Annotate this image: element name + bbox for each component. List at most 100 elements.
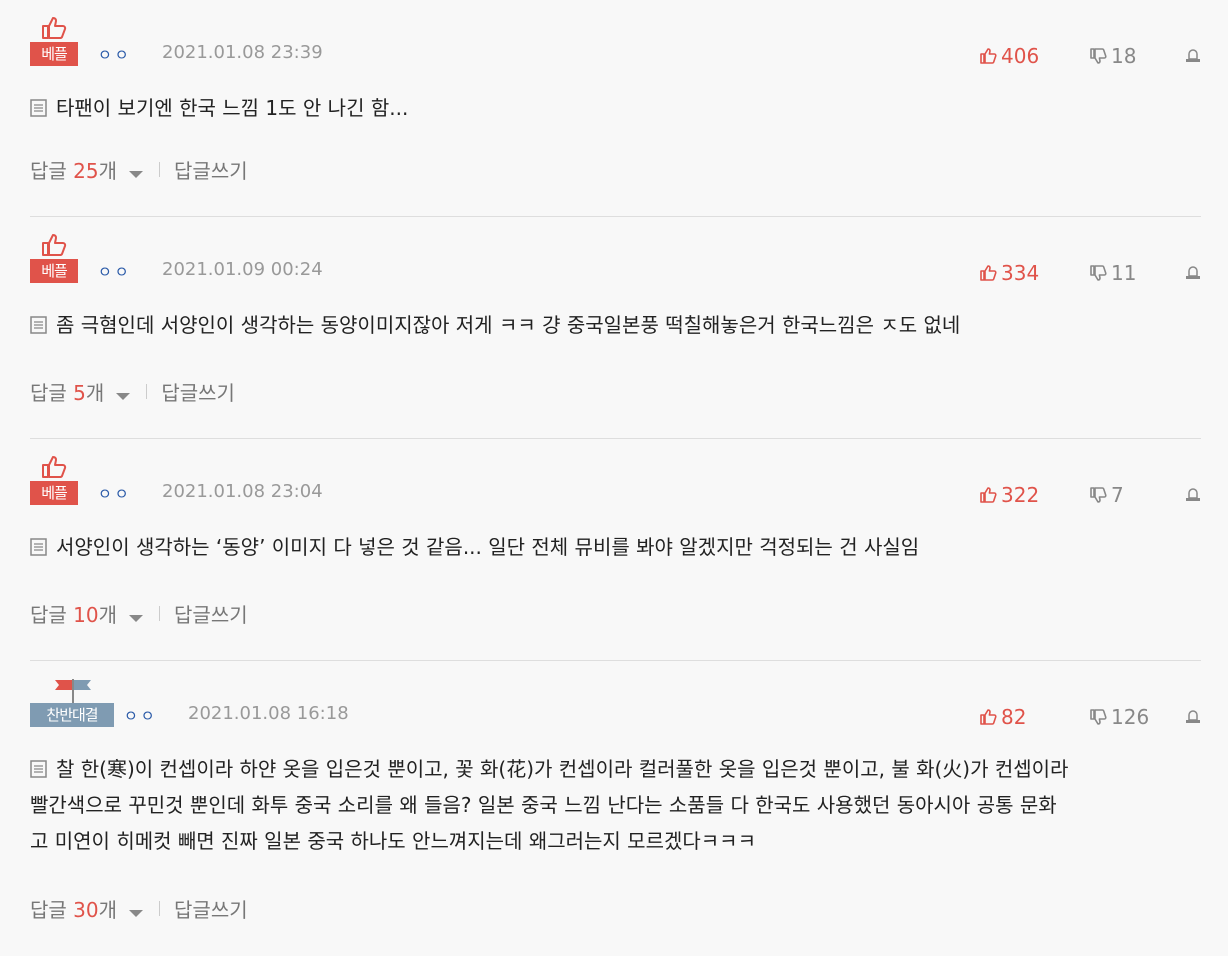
comment-item: 찬반대결 ㅇㅇ 2021.01.08 16:18 82 126 찰 한(寒)이 … — [30, 661, 1201, 956]
vote-controls: 406 18 — [979, 44, 1201, 68]
vote-controls: 334 11 — [979, 261, 1201, 285]
comment-text-line: 빨간색으로 꾸민것 뿐인데 화투 중국 소리를 왜 들음? 일본 중국 느낌 난… — [30, 793, 1057, 817]
thumbs-down-icon — [1090, 265, 1107, 281]
chevron-down-icon — [129, 615, 144, 622]
report-button[interactable] — [1185, 487, 1201, 503]
divider — [159, 901, 161, 916]
comment-text-line: 고 미연이 히메컷 빼면 진짜 일본 중국 하나도 안느껴지는데 왜그러는지 모… — [30, 829, 756, 853]
replies-toggle[interactable]: 답글 10개 — [30, 599, 144, 628]
comment-date: 2021.01.08 23:39 — [162, 42, 323, 63]
chevron-down-icon — [129, 910, 144, 917]
reply-suffix: 개 — [98, 898, 118, 922]
thumbs-up-icon — [42, 17, 67, 39]
comment-body: 찰 한(寒)이 컨셉이라 하얀 옷을 입은것 뿐이고, 꽃 화(花)가 컨셉이라… — [30, 751, 1195, 859]
downvote-button[interactable]: 7 — [1089, 483, 1185, 507]
vote-controls: 322 7 — [979, 483, 1201, 507]
comment-date: 2021.01.09 00:24 — [162, 259, 323, 280]
upvote-button[interactable]: 322 — [979, 483, 1089, 507]
vote-controls: 82 126 — [979, 705, 1201, 729]
comment-footer: 답글 10개 답글쓰기 — [30, 599, 248, 628]
replies-toggle[interactable]: 답글 30개 — [30, 894, 144, 923]
username[interactable]: ㅇㅇ — [98, 44, 132, 65]
comment-item: 베플 ㅇㅇ 2021.01.08 23:39 406 18 타팬이 보기엔 한국… — [30, 0, 1201, 217]
write-reply-link[interactable]: 답글쓰기 — [161, 377, 235, 406]
comment-footer: 답글 25개 답글쓰기 — [30, 155, 248, 184]
comment-date: 2021.01.08 23:04 — [162, 481, 323, 502]
downvote-count: 11 — [1111, 261, 1137, 285]
thumbs-up-icon — [980, 487, 997, 503]
thumbs-up-icon — [42, 234, 67, 256]
reply-suffix: 개 — [85, 381, 105, 405]
upvote-button[interactable]: 82 — [979, 705, 1089, 729]
comment-footer: 답글 5개 답글쓰기 — [30, 377, 235, 406]
reply-count: 30 — [73, 898, 99, 922]
downvote-count: 7 — [1111, 483, 1124, 507]
downvote-button[interactable]: 18 — [1089, 44, 1185, 68]
replies-toggle[interactable]: 답글 25개 — [30, 155, 144, 184]
comment-item: 베플 ㅇㅇ 2021.01.09 00:24 334 11 좀 극혐인데 서양인… — [30, 217, 1201, 439]
write-reply-link[interactable]: 답글쓰기 — [174, 894, 248, 923]
upvote-count: 406 — [1001, 44, 1040, 68]
comment-footer: 답글 30개 답글쓰기 — [30, 894, 248, 923]
divider — [159, 606, 161, 621]
username[interactable]: ㅇㅇ — [124, 705, 158, 726]
username[interactable]: ㅇㅇ — [98, 483, 132, 504]
write-reply-link[interactable]: 답글쓰기 — [174, 155, 248, 184]
username[interactable]: ㅇㅇ — [98, 261, 132, 282]
comment-text: 좀 극혐인데 서양인이 생각하는 동양이미지잖아 저게 ㅋㅋ 걍 중국일본풍 떡… — [56, 313, 961, 337]
flag-icon — [55, 679, 91, 703]
downvote-count: 18 — [1111, 44, 1137, 68]
reply-prefix: 답글 — [30, 898, 74, 922]
thumbs-up-icon — [980, 48, 997, 64]
thumbs-down-icon — [1090, 48, 1107, 64]
thumbs-up-icon — [980, 709, 997, 725]
report-icon — [1186, 488, 1200, 501]
document-icon — [30, 316, 47, 334]
upvote-count: 82 — [1001, 705, 1027, 729]
thumbs-up-icon — [980, 265, 997, 281]
report-button[interactable] — [1185, 265, 1201, 281]
chevron-down-icon — [116, 393, 131, 400]
document-icon — [30, 99, 47, 117]
write-reply-link[interactable]: 답글쓰기 — [174, 599, 248, 628]
reply-prefix: 답글 — [30, 381, 74, 405]
comment-body: 타팬이 보기엔 한국 느낌 1도 안 나긴 함... — [30, 90, 1195, 126]
report-icon — [1186, 49, 1200, 62]
reply-count: 10 — [73, 603, 99, 627]
upvote-button[interactable]: 334 — [979, 261, 1089, 285]
downvote-count: 126 — [1111, 705, 1150, 729]
divider — [146, 384, 148, 399]
comment-text-line: 찰 한(寒)이 컨셉이라 하얀 옷을 입은것 뿐이고, 꽃 화(花)가 컨셉이라… — [56, 757, 1069, 781]
reply-suffix: 개 — [98, 603, 118, 627]
comment-text: 타팬이 보기엔 한국 느낌 1도 안 나긴 함... — [56, 96, 409, 120]
comment-body: 서양인이 생각하는 ‘동양’ 이미지 다 넣은 것 같음... 일단 전체 뮤비… — [30, 529, 1195, 565]
report-icon — [1186, 710, 1200, 723]
downvote-button[interactable]: 126 — [1089, 705, 1185, 729]
upvote-button[interactable]: 406 — [979, 44, 1089, 68]
comment-list: 베플 ㅇㅇ 2021.01.08 23:39 406 18 타팬이 보기엔 한국… — [30, 0, 1201, 956]
best-label: 베플 — [30, 259, 78, 283]
comment-date: 2021.01.08 16:18 — [188, 703, 349, 724]
reply-prefix: 답글 — [30, 159, 74, 183]
reply-count: 25 — [73, 159, 99, 183]
against-label: 찬반대결 — [30, 703, 114, 727]
reply-prefix: 답글 — [30, 603, 74, 627]
reply-count: 5 — [73, 381, 86, 405]
thumbs-up-icon — [42, 456, 67, 478]
upvote-count: 322 — [1001, 483, 1040, 507]
report-button[interactable] — [1185, 709, 1201, 725]
thumbs-down-icon — [1090, 709, 1107, 725]
best-label: 베플 — [30, 42, 78, 66]
replies-toggle[interactable]: 답글 5개 — [30, 377, 131, 406]
reply-suffix: 개 — [98, 159, 118, 183]
document-icon — [30, 538, 47, 556]
document-icon — [30, 760, 47, 778]
report-button[interactable] — [1185, 48, 1201, 64]
thumbs-down-icon — [1090, 487, 1107, 503]
comment-item: 베플 ㅇㅇ 2021.01.08 23:04 322 7 서양인이 생각하는 ‘… — [30, 439, 1201, 661]
chevron-down-icon — [129, 171, 144, 178]
downvote-button[interactable]: 11 — [1089, 261, 1185, 285]
comment-body: 좀 극혐인데 서양인이 생각하는 동양이미지잖아 저게 ㅋㅋ 걍 중국일본풍 떡… — [30, 307, 1195, 343]
divider — [159, 162, 161, 177]
best-label: 베플 — [30, 481, 78, 505]
